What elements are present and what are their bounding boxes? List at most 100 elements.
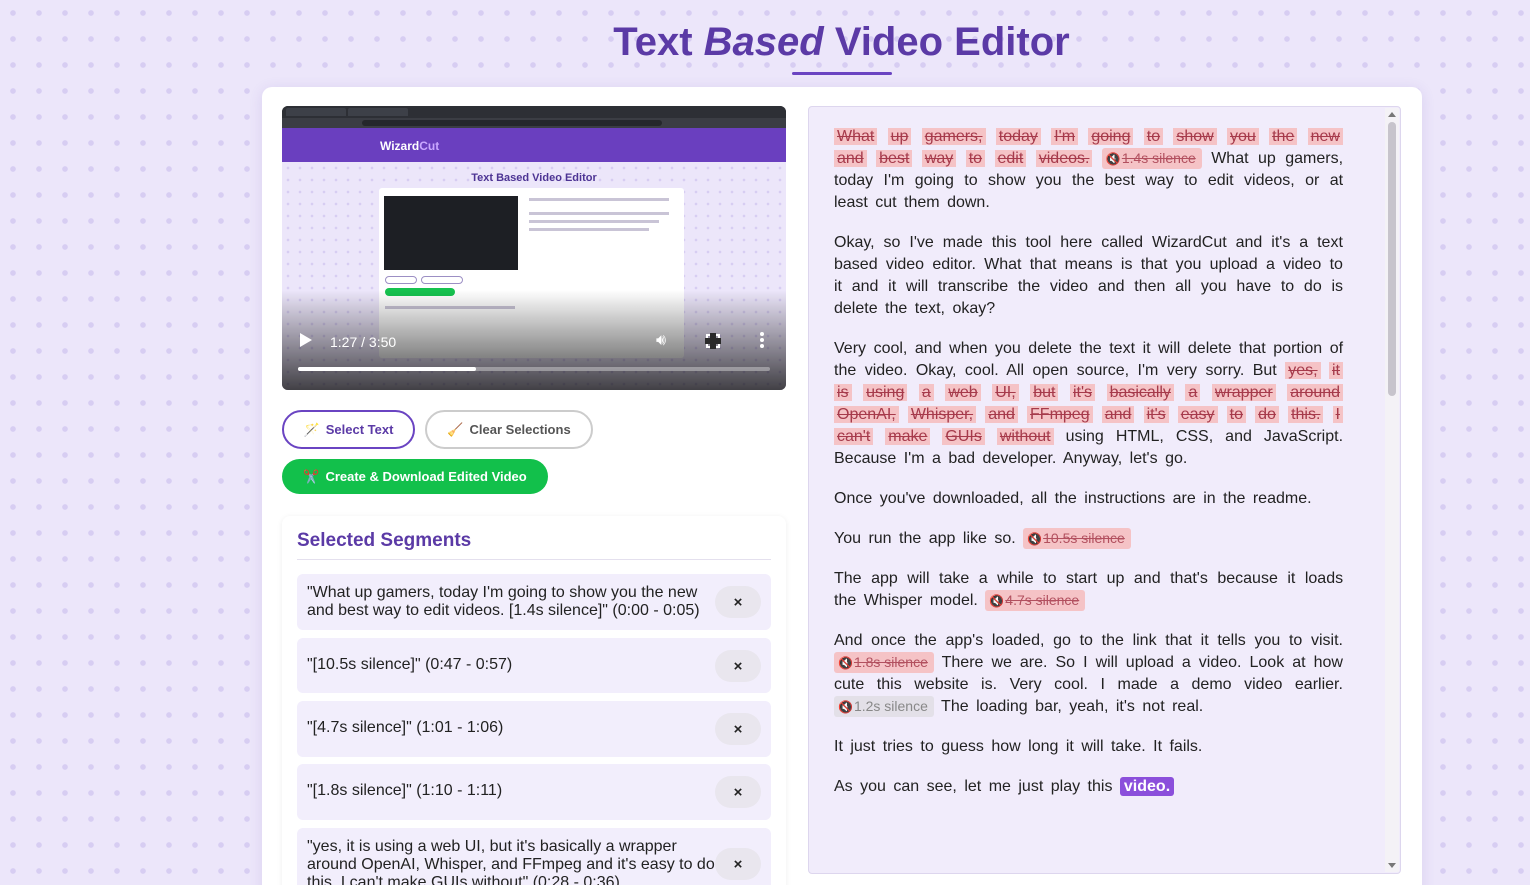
transcript-word[interactable]: the [834,362,856,379]
transcript-word[interactable]: I'm [1138,362,1159,379]
transcript-word[interactable]: a [1299,234,1308,251]
transcript-word[interactable]: will [1096,654,1118,671]
transcript-word[interactable]: All [1006,362,1024,379]
transcript-word[interactable]: It [834,738,843,755]
deleted-word[interactable]: easy [1177,406,1218,423]
transcript-word[interactable]: like [963,530,987,547]
transcript-word[interactable]: way [1145,172,1173,189]
transcript-word[interactable]: and [852,278,879,295]
transcript-word[interactable]: once [871,632,906,649]
transcript-word[interactable]: the [915,632,937,649]
transcript-word[interactable]: have [1236,278,1271,295]
deleted-word[interactable]: videos. [1035,150,1093,167]
transcript-word[interactable]: today [834,172,873,189]
deleted-word[interactable]: edit [994,150,1027,167]
transcript-word[interactable]: is. [981,676,997,693]
transcript-word[interactable]: fails. [1169,738,1202,755]
transcript-word[interactable]: text, [915,300,945,317]
transcript-word[interactable]: that [1165,632,1192,649]
transcript-word[interactable]: let's [1130,450,1158,467]
transcript-word[interactable]: open [1033,362,1069,379]
transcript-word[interactable]: can [893,778,919,795]
transcript-word[interactable]: is [1121,256,1133,273]
transcript-word[interactable]: will [907,570,929,587]
transcript-word[interactable]: video [1283,256,1321,273]
transcript-word[interactable]: cute [834,676,864,693]
transcript-word[interactable]: the [1055,490,1077,507]
transcript-word[interactable]: a [1266,256,1275,273]
transcript-word[interactable]: text [1109,340,1135,357]
transcript-word[interactable]: yeah, [1069,698,1108,715]
transcript-word[interactable]: loaded, [992,632,1045,649]
transcript-word[interactable]: least [834,194,868,211]
deleted-word[interactable]: this. [1288,406,1324,423]
remove-segment-button[interactable]: × [715,776,761,808]
transcript-word[interactable]: that [1030,256,1057,273]
transcript-word[interactable]: text [1317,234,1343,251]
deleted-word[interactable]: it's [1143,406,1169,423]
transcript-word[interactable]: And [834,632,862,649]
transcript-word[interactable]: upload [1126,654,1174,671]
transcript-word[interactable]: that [1239,340,1266,357]
transcript-word[interactable]: earlier. [1295,676,1343,693]
transcript-word[interactable]: As [834,778,853,795]
transcript-word[interactable]: to [1184,172,1197,189]
transcript-word[interactable]: demo [1192,676,1232,693]
transcript-word[interactable]: and [1134,570,1161,587]
transcript-word[interactable]: you [995,340,1021,357]
transcript-word[interactable]: okay? [952,300,995,317]
transcript-word[interactable]: readme. [1253,490,1312,507]
transcript-word[interactable]: at [1330,172,1343,189]
transcript-word[interactable]: videos, [1244,172,1295,189]
transcript-word[interactable]: you [1176,256,1202,273]
silence-marker[interactable]: 🔇1.2s silence [834,696,934,717]
transcript-word[interactable]: WizardCut [1152,234,1227,251]
transcript-word[interactable]: and [1236,234,1263,251]
transcript-word[interactable]: downloaded, [933,490,1024,507]
transcript-word[interactable]: all [1031,490,1047,507]
transcript-word[interactable]: to [1289,632,1302,649]
transcript-word[interactable]: that [1141,256,1168,273]
transcript-word[interactable]: bar, [1035,698,1062,715]
transcript-word[interactable]: show [988,172,1025,189]
deleted-word[interactable]: and [985,406,1018,423]
deleted-word[interactable]: without [996,428,1054,445]
transcript-word[interactable]: will [1081,738,1103,755]
transcript-word[interactable]: are [1173,490,1196,507]
transcript-word[interactable]: bad [948,450,975,467]
silence-marker[interactable]: 🔇4.7s silence [985,590,1086,611]
transcript-word[interactable]: because [1217,570,1278,587]
silence-marker[interactable]: 🔇1.8s silence [834,652,934,673]
transcript-word[interactable]: you [1254,632,1280,649]
transcript-word[interactable]: the [1223,490,1245,507]
transcript-word[interactable]: using [1066,428,1104,445]
transcript-word[interactable]: and [1225,428,1252,445]
deleted-word[interactable]: up [887,128,912,145]
transcript-word[interactable]: so. [994,530,1015,547]
transcript-word[interactable]: I [1101,676,1105,693]
transcript-word[interactable]: or [1305,172,1319,189]
deleted-word[interactable]: using [863,384,908,401]
select-text-button[interactable]: 🪄 Select Text [282,410,415,449]
deleted-word[interactable]: gamers, [921,128,986,145]
transcript-word[interactable]: so [884,234,901,251]
transcript-word[interactable]: at [1292,654,1305,671]
deleted-word[interactable]: basically [1106,384,1174,401]
transcript-word[interactable]: will [1158,340,1180,357]
transcript-word[interactable]: are. [1020,654,1048,671]
transcript-word[interactable]: Anyway, [1063,450,1122,467]
transcript-word[interactable]: you [860,778,886,795]
transcript-word[interactable]: video. [865,362,908,379]
deleted-word[interactable]: around [1287,384,1344,401]
transcript-word[interactable]: you've [880,490,926,507]
transcript-word[interactable]: here [1060,234,1092,251]
transcript-word[interactable]: this [1088,778,1113,795]
deleted-word[interactable]: to [1143,128,1164,145]
transcript-word[interactable]: Very [1010,676,1042,693]
remove-segment-button[interactable]: × [715,586,761,618]
deleted-word[interactable]: you [1227,128,1259,145]
deleted-word[interactable]: it's [1069,384,1096,401]
transcript-word[interactable]: this [992,234,1017,251]
fullscreen-icon[interactable] [705,333,721,349]
transcript-word[interactable]: to [964,172,977,189]
